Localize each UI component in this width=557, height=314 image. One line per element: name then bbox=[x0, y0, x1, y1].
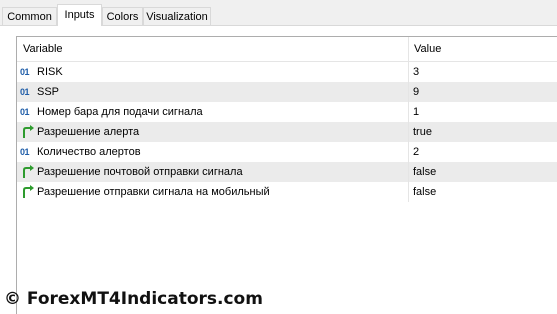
variable-value[interactable]: 2 bbox=[413, 142, 419, 162]
column-header-variable[interactable]: Variable bbox=[23, 37, 63, 61]
variable-name: SSP bbox=[37, 86, 60, 98]
cell-divider bbox=[408, 102, 409, 122]
tab-bar: Common Inputs Colors Visualization bbox=[0, 0, 557, 26]
int-type-icon: 01 bbox=[20, 147, 30, 157]
int-type-icon: 01 bbox=[20, 67, 30, 77]
variable-name: Разрешение алерта bbox=[37, 126, 140, 138]
tab-common[interactable]: Common bbox=[2, 7, 57, 25]
column-header-value[interactable]: Value bbox=[414, 37, 441, 61]
table-row[interactable]: 01 Номер бара для подачи сигнала 1 bbox=[17, 102, 557, 122]
cell-divider bbox=[408, 142, 409, 162]
cell-divider bbox=[408, 62, 409, 82]
cell-divider bbox=[408, 82, 409, 102]
bool-type-icon bbox=[20, 162, 36, 182]
bool-type-icon bbox=[20, 122, 36, 142]
grid-header: Variable Value bbox=[17, 37, 557, 62]
cell-divider bbox=[408, 182, 409, 202]
variable-value[interactable]: true bbox=[413, 122, 432, 142]
inputs-grid: Variable Value 01 RISK 3 01 SSP 9 01 Ном… bbox=[16, 36, 557, 314]
variable-value[interactable]: false bbox=[413, 182, 436, 202]
int-type-icon: 01 bbox=[20, 87, 30, 97]
table-row[interactable]: Разрешение почтовой отправки сигнала fal… bbox=[17, 162, 557, 182]
inputs-panel: Variable Value 01 RISK 3 01 SSP 9 01 Ном… bbox=[0, 26, 557, 314]
tab-visualization[interactable]: Visualization bbox=[143, 7, 211, 25]
table-row[interactable]: 01 RISK 3 bbox=[17, 62, 557, 82]
tab-inputs[interactable]: Inputs bbox=[57, 4, 102, 26]
column-divider[interactable] bbox=[408, 37, 409, 61]
table-row[interactable]: 01 SSP 9 bbox=[17, 82, 557, 102]
bool-type-icon bbox=[20, 182, 36, 202]
variable-name: Разрешение отправки сигнала на мобильный bbox=[37, 186, 270, 198]
cell-divider bbox=[408, 122, 409, 142]
variable-name: Номер бара для подачи сигнала bbox=[37, 106, 203, 118]
table-row[interactable]: Разрешение отправки сигнала на мобильный… bbox=[17, 182, 557, 202]
table-row[interactable]: Разрешение алерта true bbox=[17, 122, 557, 142]
variable-name: RISK bbox=[37, 66, 63, 78]
variable-name: Разрешение почтовой отправки сигнала bbox=[37, 166, 243, 178]
variable-value[interactable]: 3 bbox=[413, 62, 419, 82]
table-row[interactable]: 01 Количество алертов 2 bbox=[17, 142, 557, 162]
int-type-icon: 01 bbox=[20, 107, 30, 117]
variable-name: Количество алертов bbox=[37, 146, 141, 158]
tab-colors[interactable]: Colors bbox=[102, 7, 143, 25]
variable-value[interactable]: 1 bbox=[413, 102, 419, 122]
cell-divider bbox=[408, 162, 409, 182]
watermark: © ForexMT4Indicators.com bbox=[4, 289, 263, 309]
variable-value[interactable]: 9 bbox=[413, 82, 419, 102]
variable-value[interactable]: false bbox=[413, 162, 436, 182]
